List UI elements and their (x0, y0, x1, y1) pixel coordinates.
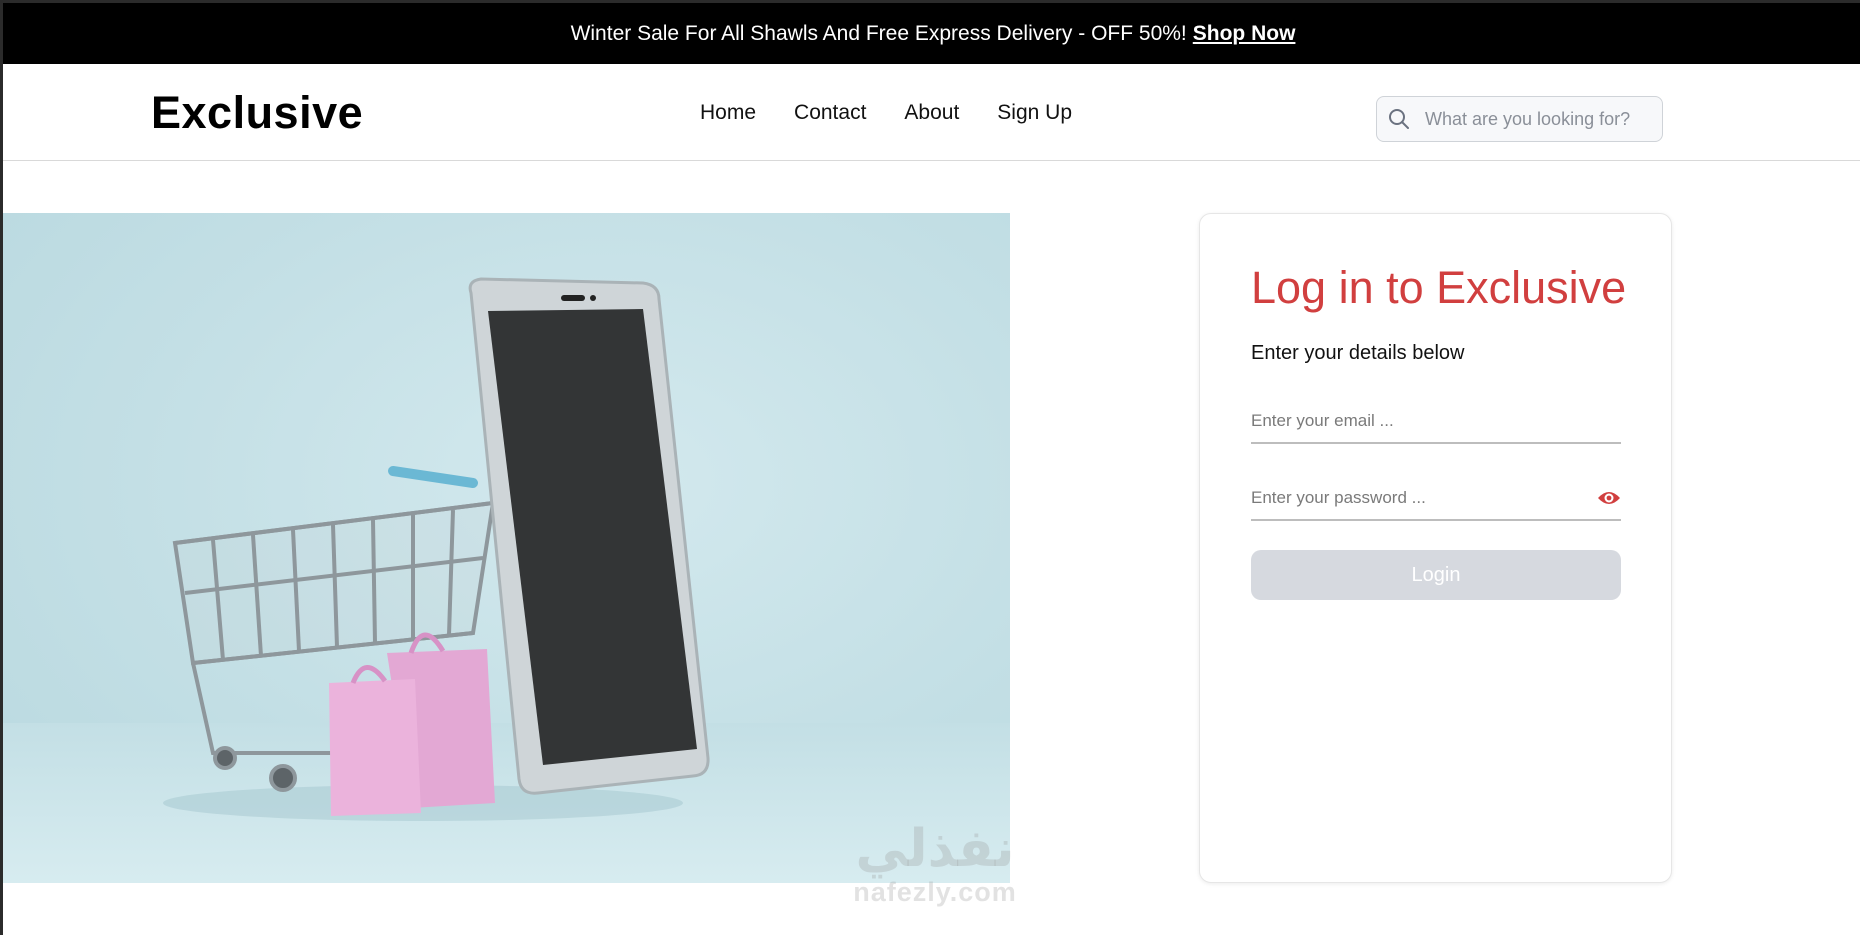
login-button[interactable]: Login (1251, 550, 1621, 600)
phone-icon (468, 277, 710, 795)
shopping-bag-icon (329, 632, 495, 816)
main-nav: Home Contact About Sign Up (700, 101, 1072, 125)
nav-sign-up[interactable]: Sign Up (997, 101, 1072, 125)
shopping-cart-phone-illustration (163, 277, 710, 821)
password-input[interactable] (1251, 488, 1581, 508)
search-box (1376, 96, 1663, 142)
announcement-bar: Winter Sale For All Shawls And Free Expr… (3, 3, 1860, 64)
email-field (1251, 400, 1621, 444)
site-header: Exclusive Home Contact About Sign Up (3, 64, 1860, 161)
password-field (1251, 477, 1621, 521)
watermark-text: nafezly.com (853, 877, 1017, 907)
search-input[interactable] (1421, 107, 1647, 131)
search-icon[interactable] (1377, 97, 1421, 141)
page: Winter Sale For All Shawls And Free Expr… (0, 0, 1860, 935)
nav-contact[interactable]: Contact (794, 101, 866, 125)
login-card: Log in to Exclusive Enter your details b… (1199, 213, 1672, 883)
login-subtitle: Enter your details below (1251, 342, 1465, 364)
logo[interactable]: Exclusive (151, 87, 363, 139)
shop-now-link[interactable]: Shop Now (1193, 22, 1296, 46)
eye-icon[interactable] (1597, 488, 1621, 508)
watermark-arabic: نفذلي (855, 819, 1015, 879)
announcement-text: Winter Sale For All Shawls And Free Expr… (570, 21, 1187, 45)
hero-image (3, 213, 1010, 883)
watermark: نفذلي nafezly.com (825, 821, 1045, 908)
nav-about[interactable]: About (904, 101, 959, 125)
nav-home[interactable]: Home (700, 101, 756, 125)
email-input[interactable] (1251, 411, 1581, 431)
login-title: Log in to Exclusive (1251, 262, 1627, 313)
